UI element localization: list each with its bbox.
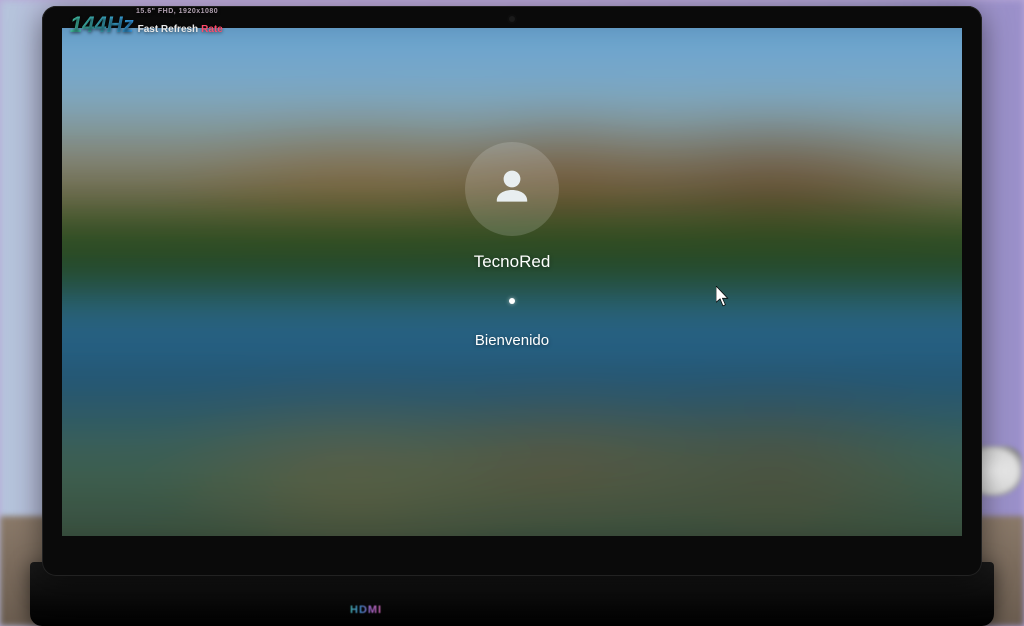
refresh-rate-sub-a: Fast Refresh xyxy=(138,24,199,35)
avatar[interactable] xyxy=(465,142,559,236)
laptop-bezel: TecnoRed Bienvenido xyxy=(42,6,982,576)
refresh-rate-sub-b: Rate xyxy=(201,24,223,35)
loading-spinner-icon xyxy=(509,298,515,304)
refresh-rate-value: 144Hz xyxy=(70,12,134,38)
user-icon xyxy=(488,163,536,216)
webcam-icon xyxy=(509,16,515,22)
refresh-rate-badge: 144Hz Fast Refresh Rate 15.6" FHD, 1920x… xyxy=(64,10,229,40)
username-label: TecnoRed xyxy=(474,252,551,272)
welcome-message: Bienvenido xyxy=(475,332,549,349)
panel-spec: 15.6" FHD, 1920x1080 xyxy=(136,8,218,15)
login-screen: TecnoRed Bienvenido xyxy=(62,28,962,536)
screen: TecnoRed Bienvenido xyxy=(62,28,962,536)
hdmi-port-label: HDMI xyxy=(350,604,382,616)
